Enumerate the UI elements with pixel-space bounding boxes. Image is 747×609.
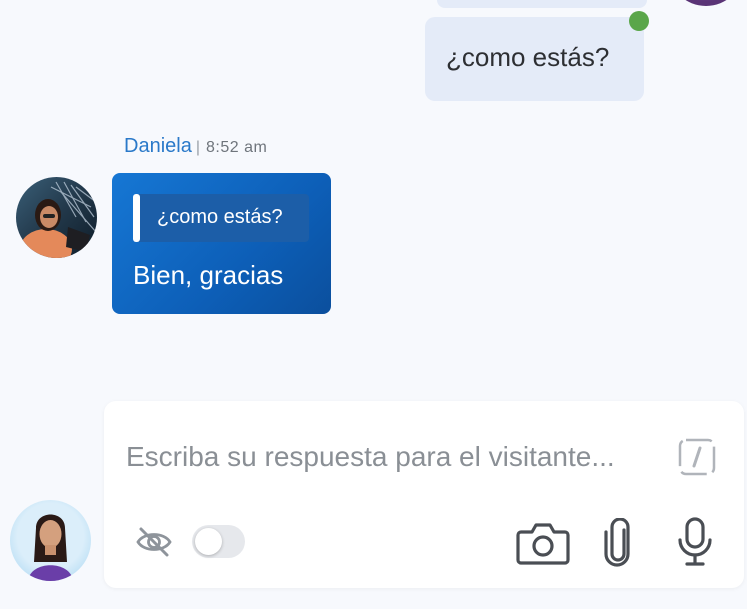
message-meta: Daniela | 8:52 am	[124, 135, 267, 158]
camera-icon[interactable]	[515, 520, 571, 566]
agent-avatar-image	[20, 181, 97, 258]
current-agent-avatar-image	[28, 514, 73, 581]
sender-name: Daniela	[124, 135, 192, 157]
meta-separator: |	[195, 139, 200, 156]
current-agent-avatar[interactable]	[10, 500, 91, 581]
incoming-message-text: Bien, gracias	[133, 260, 284, 290]
toggle-knob	[195, 528, 222, 555]
attachment-icon[interactable]	[602, 517, 636, 568]
reply-composer	[104, 401, 744, 588]
visitor-avatar	[668, 0, 744, 6]
previous-message-bubble	[437, 0, 647, 8]
reply-input[interactable]	[126, 437, 656, 477]
agent-avatar	[16, 177, 97, 258]
slash-command-icon[interactable]	[677, 437, 717, 477]
eye-off-icon[interactable]	[135, 526, 173, 558]
message-time: 8:52 am	[205, 139, 268, 156]
quote-indicator-bar	[133, 194, 140, 242]
microphone-icon[interactable]	[676, 516, 714, 568]
online-status-dot	[629, 11, 649, 31]
outgoing-message-text: ¿como estás?	[446, 42, 610, 72]
quoted-message-text: ¿como estás?	[157, 206, 283, 228]
